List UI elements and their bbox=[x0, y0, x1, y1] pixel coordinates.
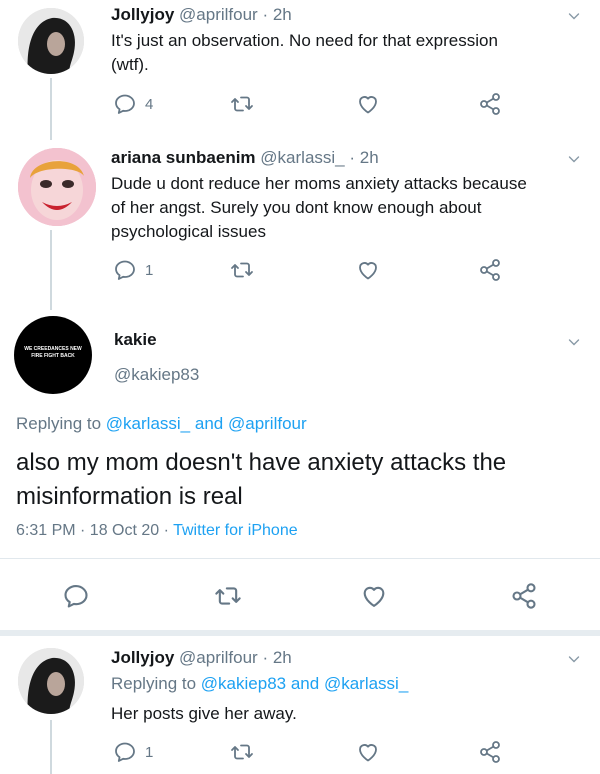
tweet-2[interactable]: ariana sunbaenim @karlassi_ · 2h Dude u … bbox=[0, 140, 600, 310]
reply-count: 4 bbox=[145, 95, 154, 113]
mention-and: and bbox=[290, 674, 320, 693]
mention-link[interactable]: @karlassi_ bbox=[324, 674, 408, 693]
thread-line bbox=[50, 230, 52, 310]
chevron-down-icon[interactable] bbox=[568, 336, 580, 348]
tweet-time: · 2h bbox=[262, 5, 292, 24]
tweet-source[interactable]: Twitter for iPhone bbox=[173, 522, 298, 539]
main-tweet[interactable]: WE CREEDANCES NEW FIRE FIGHT BACK kakie … bbox=[0, 300, 600, 630]
tweet-timestamp[interactable]: 6:31 PM · 18 Oct 20 · bbox=[16, 522, 169, 539]
chevron-down-icon[interactable] bbox=[568, 653, 580, 665]
replying-label: Replying to bbox=[111, 674, 197, 693]
mention-link[interactable]: @aprilfour bbox=[228, 414, 307, 433]
author-handle[interactable]: @kakiep83 bbox=[114, 365, 199, 384]
retweet-icon bbox=[230, 740, 254, 764]
share-icon bbox=[478, 740, 502, 764]
heart-icon bbox=[356, 92, 380, 116]
tweet-text-line: of her angst. Surely you dont know enoug… bbox=[111, 198, 482, 217]
heart-icon bbox=[356, 258, 380, 282]
main-tweet-text-line: also my mom doesn't have anxiety attacks… bbox=[16, 449, 507, 476]
author-handle[interactable]: @aprilfour bbox=[179, 5, 258, 24]
tweet-text-line: (wtf). bbox=[111, 55, 149, 74]
tweet-time: · 2h bbox=[262, 648, 292, 667]
heart-icon bbox=[356, 740, 380, 764]
reply-button[interactable] bbox=[62, 582, 90, 610]
share-button[interactable] bbox=[510, 582, 538, 610]
tweet-text-line: psychological issues bbox=[111, 222, 266, 241]
replying-label: Replying to bbox=[16, 414, 102, 433]
tweet-time: · 2h bbox=[349, 148, 379, 167]
avatar-text: WE CREEDANCES NEW FIRE FIGHT BACK bbox=[24, 346, 82, 359]
tweet-text-line: Her posts give her away. bbox=[111, 704, 297, 723]
like-button[interactable] bbox=[356, 258, 380, 282]
divider bbox=[0, 558, 600, 559]
retweet-button[interactable] bbox=[214, 582, 242, 610]
like-button[interactable] bbox=[356, 740, 380, 764]
avatar[interactable] bbox=[18, 148, 96, 226]
author-name[interactable]: kakie bbox=[114, 330, 157, 349]
reply-count: 1 bbox=[145, 261, 154, 279]
author-name[interactable]: Jollyjoy bbox=[111, 5, 174, 24]
thread-line bbox=[50, 78, 52, 140]
avatar[interactable] bbox=[18, 648, 84, 714]
reply-icon bbox=[113, 258, 137, 282]
reply-button[interactable]: 4 bbox=[113, 92, 153, 116]
like-button[interactable] bbox=[360, 582, 388, 610]
reply-button[interactable]: 1 bbox=[113, 258, 153, 282]
share-button[interactable] bbox=[478, 92, 502, 116]
reply-icon bbox=[62, 582, 90, 610]
mention-and: and bbox=[194, 414, 224, 433]
author-name[interactable]: Jollyjoy bbox=[111, 648, 174, 667]
reply-icon bbox=[113, 740, 137, 764]
mention-link[interactable]: @kakiep83 bbox=[201, 674, 286, 693]
thread-line bbox=[50, 720, 52, 774]
retweet-icon bbox=[230, 258, 254, 282]
retweet-icon bbox=[230, 92, 254, 116]
tweet-1[interactable]: Jollyjoy @aprilfour · 2h It's just an ob… bbox=[0, 0, 600, 140]
reply-count: 1 bbox=[145, 743, 154, 761]
share-button[interactable] bbox=[478, 258, 502, 282]
retweet-button[interactable] bbox=[230, 258, 254, 282]
retweet-button[interactable] bbox=[230, 92, 254, 116]
share-button[interactable] bbox=[478, 740, 502, 764]
chevron-down-icon[interactable] bbox=[568, 153, 580, 165]
retweet-icon bbox=[214, 582, 242, 610]
reply-button[interactable]: 1 bbox=[113, 740, 153, 764]
main-tweet-text-line: misinformation is real bbox=[16, 483, 243, 510]
author-handle[interactable]: @aprilfour bbox=[179, 648, 258, 667]
tweet-text-line: It's just an observation. No need for th… bbox=[111, 31, 498, 50]
author-handle[interactable]: @karlassi_ bbox=[260, 148, 344, 167]
like-button[interactable] bbox=[356, 92, 380, 116]
share-icon bbox=[510, 582, 538, 610]
tweet-text-line: Dude u dont reduce her moms anxiety atta… bbox=[111, 174, 527, 193]
chevron-down-icon[interactable] bbox=[568, 10, 580, 22]
share-icon bbox=[478, 258, 502, 282]
tweet-reply[interactable]: Jollyjoy @aprilfour · 2h Replying to @ka… bbox=[0, 636, 600, 774]
author-name[interactable]: ariana sunbaenim bbox=[111, 148, 256, 167]
mention-link[interactable]: @karlassi_ bbox=[106, 414, 190, 433]
retweet-button[interactable] bbox=[230, 740, 254, 764]
share-icon bbox=[478, 92, 502, 116]
heart-icon bbox=[360, 582, 388, 610]
avatar[interactable]: WE CREEDANCES NEW FIRE FIGHT BACK bbox=[14, 316, 92, 394]
avatar[interactable] bbox=[18, 8, 84, 74]
reply-icon bbox=[113, 92, 137, 116]
